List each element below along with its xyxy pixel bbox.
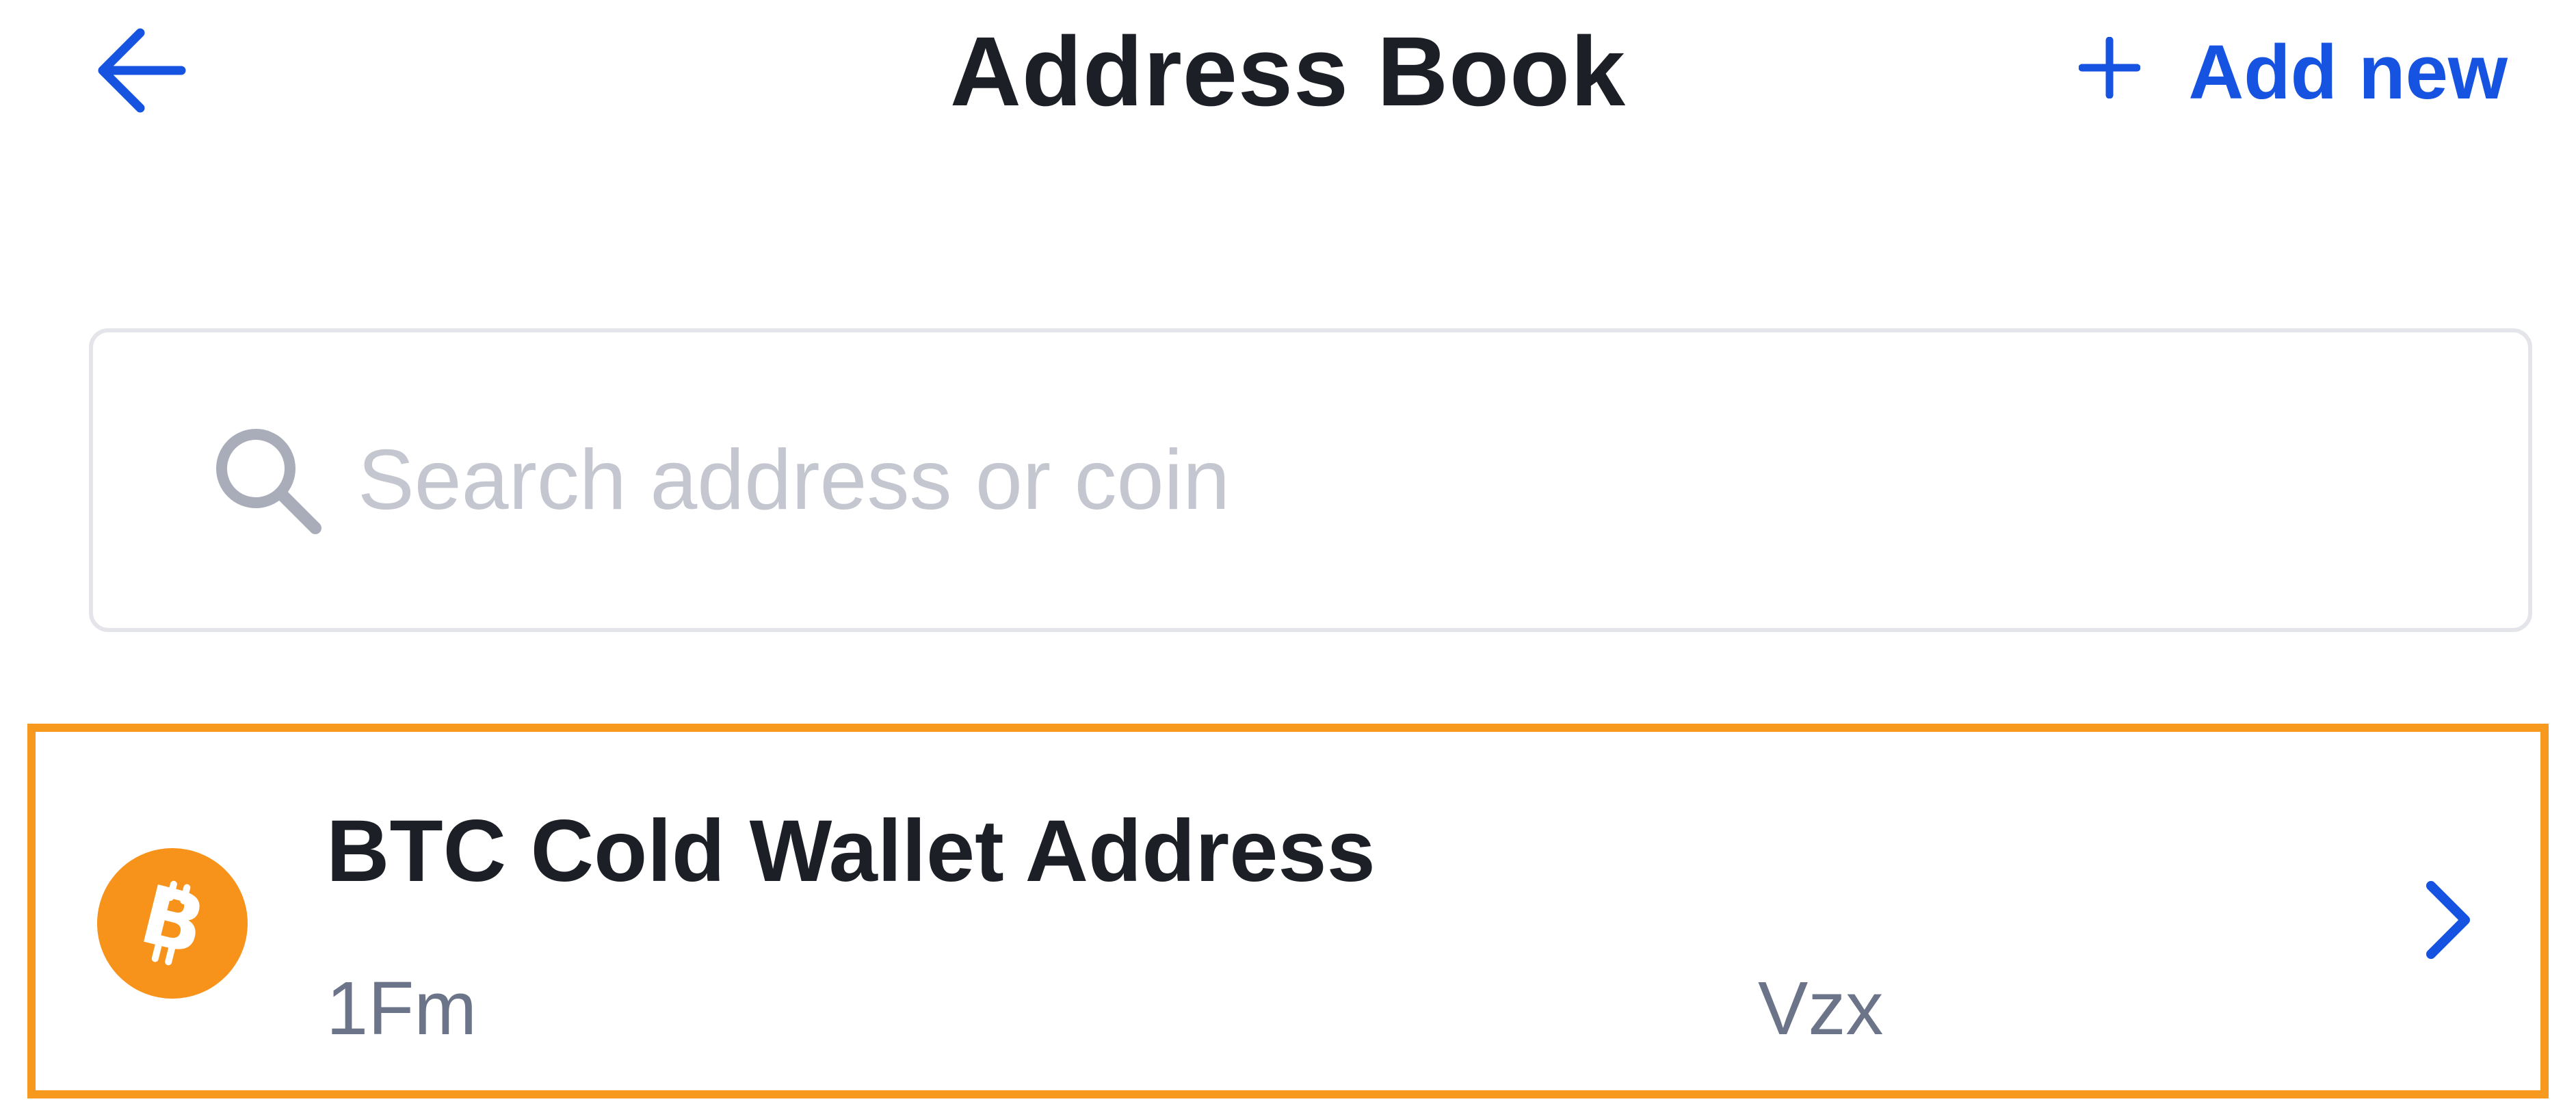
header: Address Book Add new (0, 0, 2576, 150)
address-end: Vzx (1758, 966, 1884, 1051)
address-name: BTC Cold Wallet Address (326, 802, 1376, 900)
bitcoin-icon: B (97, 848, 248, 999)
search-icon (206, 419, 329, 542)
plus-icon (2078, 28, 2141, 116)
search-box[interactable] (89, 328, 2532, 632)
chevron-right-icon (2404, 869, 2493, 971)
add-new-button[interactable]: Add new (2078, 21, 2508, 123)
address-list-item[interactable]: B BTC Cold Wallet Address 1Fm Vzx (27, 724, 2549, 1098)
add-new-label: Add new (2188, 29, 2508, 115)
search-input[interactable] (356, 411, 2411, 549)
address-start: 1Fm (326, 966, 477, 1051)
